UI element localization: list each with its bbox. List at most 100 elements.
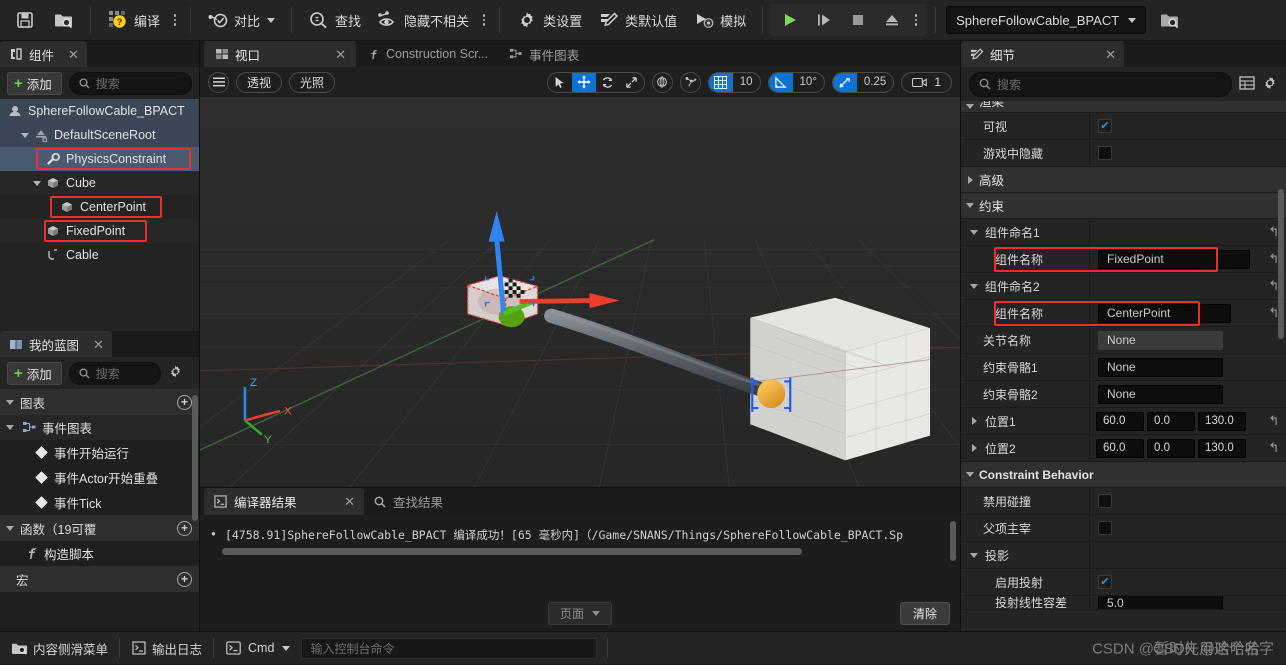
tree-item-actor[interactable]: SphereFollowCable_BPACT bbox=[0, 99, 199, 123]
property-category-advanced[interactable]: 高级 bbox=[961, 167, 1286, 193]
expander-icon[interactable] bbox=[6, 399, 14, 405]
move-tool-button[interactable] bbox=[571, 72, 596, 92]
position2-x[interactable]: 60.0 bbox=[1096, 438, 1144, 458]
details-layout-button[interactable] bbox=[1239, 75, 1255, 94]
grid-snap-toggle[interactable] bbox=[708, 72, 733, 92]
viewport-menu-button[interactable] bbox=[208, 71, 229, 93]
scale-tool-button[interactable] bbox=[620, 73, 644, 92]
expander-icon[interactable] bbox=[965, 552, 983, 558]
expander-icon[interactable] bbox=[961, 203, 979, 208]
camera-speed-button[interactable]: 1 bbox=[901, 71, 952, 93]
my-blueprint-scrollbar[interactable] bbox=[192, 395, 198, 521]
angle-snap-value[interactable]: 10° bbox=[793, 73, 824, 92]
browse-button[interactable] bbox=[44, 5, 82, 35]
add-blueprint-item-button[interactable]: + 添加 bbox=[7, 361, 62, 385]
enable-projection-checkbox[interactable] bbox=[1098, 575, 1112, 589]
tree-item-cable[interactable]: Cable bbox=[0, 243, 199, 267]
output-log-button[interactable]: 输出日志 bbox=[120, 632, 213, 665]
details-scrollbar[interactable] bbox=[1278, 189, 1284, 339]
position2-z[interactable]: 130.0 bbox=[1198, 438, 1246, 458]
hide-unrelated-button[interactable]: 隐藏不相关 bbox=[369, 5, 477, 35]
item-construction-script[interactable]: 构造脚本 bbox=[0, 541, 199, 566]
parent-dominates-checkbox[interactable] bbox=[1098, 521, 1112, 535]
joint-name-field[interactable]: None bbox=[1098, 330, 1223, 350]
compiler-log-vscrollbar[interactable] bbox=[950, 521, 956, 561]
component-name-field-1[interactable]: FixedPoint bbox=[1098, 249, 1250, 269]
expander-icon[interactable] bbox=[961, 175, 979, 184]
viewport-3d[interactable]: Z X Y bbox=[200, 97, 960, 487]
section-functions[interactable]: 函数（19可覆 + bbox=[0, 515, 199, 541]
compiler-log-hscrollbar[interactable] bbox=[222, 548, 802, 555]
tree-item-physicsconstraint[interactable]: PhysicsConstraint bbox=[0, 147, 199, 171]
expander-icon[interactable] bbox=[965, 229, 983, 235]
disable-collision-checkbox[interactable] bbox=[1098, 494, 1112, 508]
diff-button[interactable]: 对比 bbox=[199, 5, 283, 35]
clear-button[interactable]: 清除 bbox=[899, 601, 950, 625]
expander-icon[interactable] bbox=[961, 104, 979, 109]
play-options-button[interactable] bbox=[909, 5, 923, 35]
component-name-field-2[interactable]: CenterPoint bbox=[1098, 303, 1231, 323]
item-event-actor-begin-overlap[interactable]: 事件Actor开始重叠 bbox=[0, 465, 199, 490]
tree-item-centerpoint[interactable]: CenterPoint bbox=[0, 195, 199, 219]
grid-snap-value[interactable]: 10 bbox=[733, 73, 760, 92]
section-macros[interactable]: 宏 + bbox=[0, 566, 199, 592]
close-icon[interactable]: ✕ bbox=[335, 48, 346, 61]
tree-item-cube[interactable]: Cube bbox=[0, 171, 199, 195]
reset-button[interactable]: ↰ bbox=[1262, 413, 1286, 429]
expander-icon[interactable] bbox=[18, 132, 32, 138]
rotate-tool-button[interactable] bbox=[596, 73, 620, 92]
class-settings-button[interactable]: 类设置 bbox=[508, 5, 590, 35]
compiler-log-row[interactable]: • [4758.91]SphereFollowCable_BPACT 编译成功！… bbox=[210, 527, 950, 543]
tab-components[interactable]: 组件 ✕ bbox=[0, 41, 87, 67]
tree-item-fixedpoint[interactable]: FixedPoint bbox=[0, 219, 199, 243]
add-macro-button[interactable]: + bbox=[177, 571, 192, 587]
eject-button[interactable] bbox=[875, 5, 909, 35]
item-event-begin-play[interactable]: 事件开始运行 bbox=[0, 440, 199, 465]
expander-icon[interactable] bbox=[6, 525, 14, 531]
projection-linear-tolerance-field[interactable]: 5.0 bbox=[1098, 596, 1223, 609]
angle-snap-toggle[interactable] bbox=[768, 72, 793, 92]
world-space-button[interactable] bbox=[651, 71, 673, 93]
constraint-bone2-field[interactable]: None bbox=[1098, 384, 1223, 404]
item-event-graph[interactable]: 事件图表 bbox=[0, 415, 199, 440]
section-graphs[interactable]: 图表 + bbox=[0, 389, 199, 415]
blueprint-selector[interactable]: SphereFollowCable_BPACT bbox=[946, 6, 1147, 34]
tree-item-defaultsceneroot[interactable]: DefaultSceneRoot bbox=[0, 123, 199, 147]
position1-y[interactable]: 0.0 bbox=[1147, 411, 1195, 431]
lighting-button[interactable]: 光照 bbox=[289, 71, 336, 93]
compile-button[interactable]: ? 编译 bbox=[99, 5, 168, 35]
expander-icon[interactable] bbox=[965, 283, 983, 289]
position1-z[interactable]: 130.0 bbox=[1198, 411, 1246, 431]
property-subcategory-projection[interactable]: 投影 bbox=[961, 542, 1286, 569]
property-subcategory-component-name1[interactable]: 组件命名1 ↰ bbox=[961, 219, 1286, 246]
property-category-render[interactable]: 渲染 bbox=[961, 101, 1286, 113]
page-selector[interactable]: 页面 bbox=[547, 601, 612, 625]
expander-icon[interactable] bbox=[965, 417, 983, 425]
scale-snap-toggle[interactable] bbox=[832, 72, 857, 92]
play-button[interactable] bbox=[773, 5, 807, 35]
simulate-button[interactable]: 模拟 bbox=[685, 5, 754, 35]
expander-icon[interactable] bbox=[965, 444, 983, 452]
expander-icon[interactable] bbox=[30, 180, 44, 186]
close-icon[interactable]: ✕ bbox=[1105, 48, 1116, 61]
tab-compiler-results[interactable]: 编译器结果 ✕ bbox=[204, 488, 364, 515]
tab-details[interactable]: 细节 ✕ bbox=[961, 41, 1124, 67]
step-button[interactable] bbox=[807, 5, 841, 35]
constraint-bone1-field[interactable]: None bbox=[1098, 357, 1223, 377]
components-search-input[interactable]: 搜索 bbox=[68, 71, 192, 95]
my-blueprint-search-input[interactable]: 搜索 bbox=[68, 361, 161, 385]
perspective-button[interactable]: 透视 bbox=[236, 71, 283, 93]
add-component-button[interactable]: + 添加 bbox=[7, 71, 62, 95]
tab-construction-script[interactable]: Construction Scr... bbox=[356, 41, 498, 67]
reset-button[interactable]: ↰ bbox=[1262, 440, 1286, 456]
tab-find-results[interactable]: 查找结果 bbox=[364, 488, 452, 515]
expander-icon[interactable] bbox=[961, 472, 979, 477]
add-function-button[interactable]: + bbox=[177, 520, 192, 536]
scale-snap-value[interactable]: 0.25 bbox=[857, 73, 893, 92]
hidden-in-game-checkbox[interactable] bbox=[1098, 146, 1112, 160]
close-icon[interactable]: ✕ bbox=[344, 495, 355, 508]
find-options-button[interactable] bbox=[477, 5, 491, 35]
close-icon[interactable]: ✕ bbox=[93, 338, 104, 351]
property-category-constraint-behavior[interactable]: Constraint Behavior bbox=[961, 462, 1286, 488]
my-blueprint-settings-button[interactable] bbox=[168, 364, 183, 382]
